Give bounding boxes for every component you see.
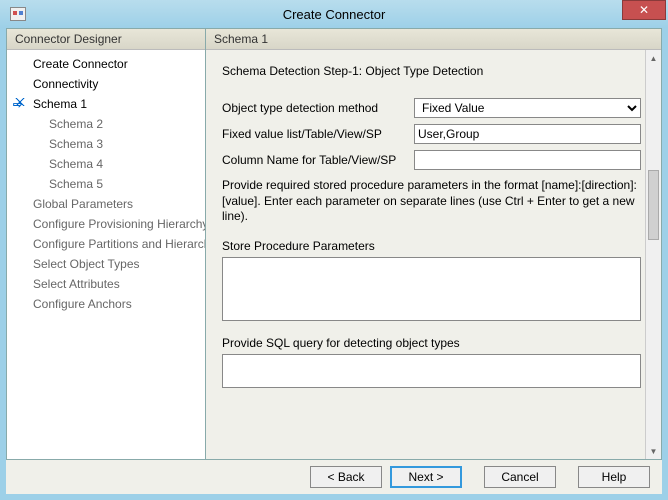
input-column-name[interactable] — [414, 150, 641, 170]
textarea-sp-params[interactable] — [222, 257, 641, 321]
sidebar-item-configure-anchors[interactable]: Configure Anchors — [7, 294, 205, 314]
row-detection-method: Object type detection method Fixed Value — [222, 98, 641, 118]
panel-header: Schema 1 — [206, 29, 661, 50]
sidebar-item-label: Select Attributes — [33, 277, 120, 291]
titlebar[interactable]: Create Connector ✕ — [0, 0, 668, 28]
row-column-name: Column Name for Table/View/SP — [222, 150, 641, 170]
sidebar-item-configure-provisioning-hierarchy[interactable]: Configure Provisioning Hierarchy — [7, 214, 205, 234]
sidebar-item-schema-4[interactable]: Schema 4 — [7, 154, 205, 174]
help-text: Provide required stored procedure parame… — [222, 178, 641, 225]
main-panel: Schema 1 Schema Detection Step-1: Object… — [206, 28, 662, 460]
sidebar: Connector Designer Create Connector Conne… — [6, 28, 206, 460]
sidebar-item-schema-3[interactable]: Schema 3 — [7, 134, 205, 154]
sidebar-item-label: Configure Provisioning Hierarchy — [33, 217, 205, 231]
row-fixed-value: Fixed value list/Table/View/SP — [222, 124, 641, 144]
input-fixed-value[interactable] — [414, 124, 641, 144]
app-icon — [10, 7, 26, 21]
sidebar-item-label: Global Parameters — [33, 197, 133, 211]
help-button[interactable]: Help — [578, 466, 650, 488]
sidebar-item-connectivity[interactable]: Connectivity — [7, 74, 205, 94]
step-title: Schema Detection Step-1: Object Type Det… — [222, 64, 641, 78]
label-column-name: Column Name for Table/View/SP — [222, 153, 414, 167]
sidebar-item-label: Schema 5 — [49, 177, 103, 191]
sidebar-item-label: Create Connector — [33, 57, 128, 71]
sidebar-item-select-attributes[interactable]: Select Attributes — [7, 274, 205, 294]
label-sp-params: Store Procedure Parameters — [222, 239, 641, 253]
sidebar-item-label: Select Object Types — [33, 257, 140, 271]
close-icon: ✕ — [639, 3, 649, 17]
sidebar-item-label: Configure Anchors — [33, 297, 132, 311]
sidebar-item-schema-1[interactable]: ⇨ Schema 1 — [7, 94, 205, 114]
sidebar-item-configure-partitions-and-hierarchies[interactable]: Configure Partitions and Hierarchies — [7, 234, 205, 254]
content-row: Connector Designer Create Connector Conne… — [6, 28, 662, 460]
back-button[interactable]: < Back — [310, 466, 382, 488]
sidebar-item-label: Schema 4 — [49, 157, 103, 171]
sidebar-item-global-parameters[interactable]: Global Parameters — [7, 194, 205, 214]
scrollbar-vertical[interactable]: ▲ ▼ — [645, 50, 661, 459]
dialog-body: Connector Designer Create Connector Conne… — [6, 28, 662, 494]
sidebar-items: Create Connector Connectivity ⇨ Schema 1 Sch… — [7, 50, 205, 459]
window-title: Create Connector — [0, 7, 668, 22]
sidebar-item-label: Schema 2 — [49, 117, 103, 131]
textarea-sql-query[interactable] — [222, 354, 641, 388]
panel-body: Schema Detection Step-1: Object Type Det… — [206, 50, 661, 459]
label-fixed-value: Fixed value list/Table/View/SP — [222, 127, 414, 141]
sidebar-item-select-object-types[interactable]: Select Object Types — [7, 254, 205, 274]
sidebar-item-schema-5[interactable]: Schema 5 — [7, 174, 205, 194]
window: Create Connector ✕ Connector Designer Cr… — [0, 0, 668, 500]
sidebar-item-label: Schema 1 — [33, 97, 87, 111]
scroll-down-icon[interactable]: ▼ — [646, 443, 661, 459]
sidebar-item-label: Connectivity — [33, 77, 98, 91]
label-detection-method: Object type detection method — [222, 101, 414, 115]
scroll-thumb[interactable] — [648, 170, 659, 240]
cancel-button[interactable]: Cancel — [484, 466, 556, 488]
select-detection-method[interactable]: Fixed Value — [414, 98, 641, 118]
panel-scroll: Schema Detection Step-1: Object Type Det… — [222, 64, 641, 445]
arrow-right-icon: ⇨ — [13, 97, 22, 113]
sidebar-header: Connector Designer — [7, 29, 205, 50]
scroll-up-icon[interactable]: ▲ — [646, 50, 661, 66]
sidebar-item-create-connector[interactable]: Create Connector — [7, 54, 205, 74]
sidebar-item-label: Configure Partitions and Hierarchies — [33, 237, 205, 251]
label-sql-query: Provide SQL query for detecting object t… — [222, 336, 641, 350]
sidebar-item-label: Schema 3 — [49, 137, 103, 151]
sidebar-item-schema-2[interactable]: Schema 2 — [7, 114, 205, 134]
close-button[interactable]: ✕ — [622, 0, 666, 20]
button-bar: < Back Next > Cancel Help — [6, 460, 662, 494]
next-button[interactable]: Next > — [390, 466, 462, 488]
